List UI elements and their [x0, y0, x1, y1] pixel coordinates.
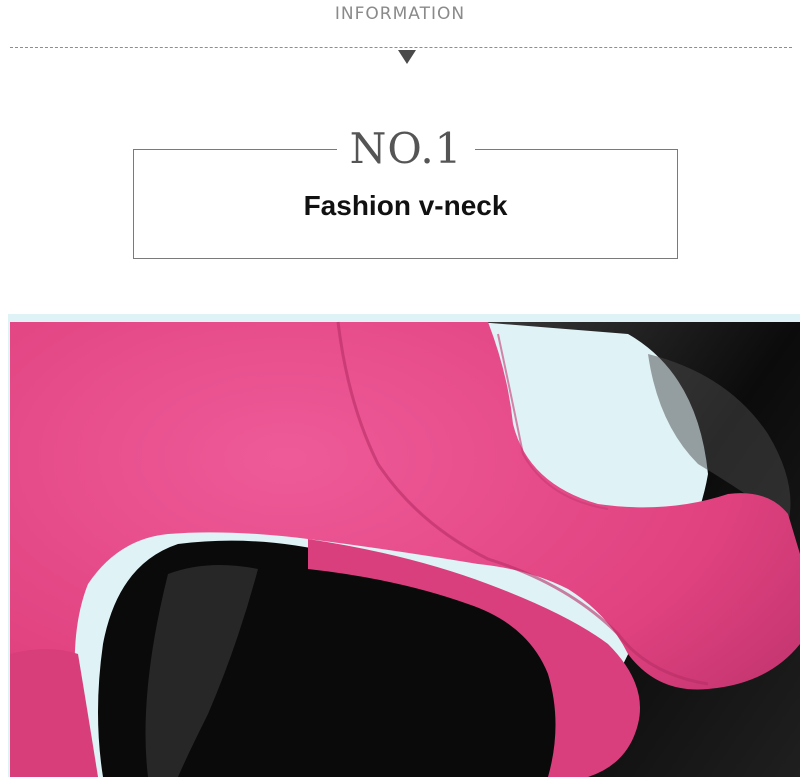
product-photo [8, 314, 800, 777]
dashed-divider [10, 47, 792, 48]
section-title: INFORMATION [334, 4, 466, 24]
down-arrow-icon [398, 50, 416, 64]
feature-number: NO.1 [337, 124, 475, 174]
feature-title: Fashion v-neck [303, 190, 508, 221]
